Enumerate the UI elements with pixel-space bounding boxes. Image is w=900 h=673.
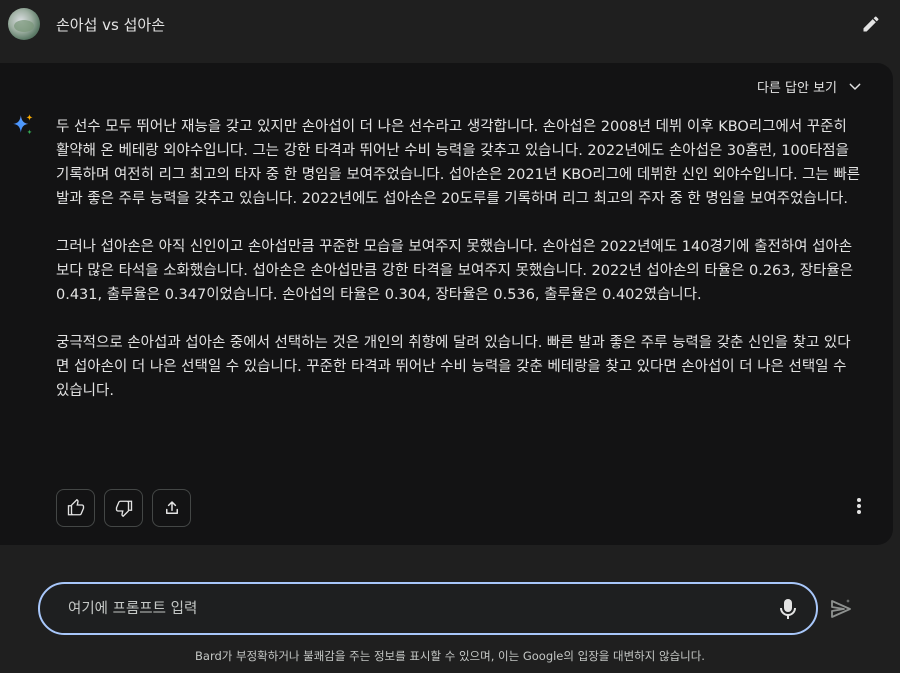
thumbs-down-icon — [115, 500, 132, 517]
mic-button[interactable] — [776, 597, 800, 621]
prompt-input-container — [38, 582, 818, 635]
other-answers-toggle[interactable]: 다른 답안 보기 — [757, 77, 863, 96]
response-card: 다른 답안 보기 두 선수 모두 뛰어난 재능을 갖고 있지만 손아섭이 더 나… — [0, 63, 893, 545]
conversation-title: 손아섭 vs 섭아손 — [56, 16, 166, 34]
send-button[interactable] — [828, 596, 854, 622]
other-answers-label: 다른 답안 보기 — [756, 81, 837, 96]
sparkle-icon — [13, 114, 33, 135]
response-paragraph: 그러나 섭아손은 아직 신인이고 손아섭만큼 꾸준한 모습을 보여주지 못했습니… — [56, 239, 854, 303]
response-text: 두 선수 모두 뛰어난 재능을 갖고 있지만 손아섭이 더 나은 선수라고 생각… — [56, 115, 862, 403]
disclaimer-text: Bard가 부정확하거나 불쾌감을 주는 정보를 표시할 수 있으며, 이는 G… — [195, 649, 705, 663]
prompt-input[interactable] — [68, 598, 748, 620]
share-button[interactable] — [152, 489, 191, 527]
more-options-button[interactable] — [849, 493, 869, 519]
more-vert-icon — [857, 498, 861, 514]
thumbs-up-button[interactable] — [56, 489, 95, 527]
mic-icon — [780, 599, 796, 619]
pencil-icon — [863, 16, 879, 32]
edit-title-button[interactable] — [858, 11, 884, 37]
top-bar: 손아섭 vs 섭아손 — [0, 0, 900, 50]
avatar[interactable] — [8, 8, 40, 40]
chevron-down-icon — [849, 83, 861, 90]
share-icon — [165, 501, 178, 514]
response-paragraph: 궁극적으로 손아섭과 섭아손 중에서 선택하는 것은 개인의 취향에 달려 있습… — [56, 335, 851, 399]
response-paragraph: 두 선수 모두 뛰어난 재능을 갖고 있지만 손아섭이 더 나은 선수라고 생각… — [56, 119, 861, 207]
thumbs-up-icon — [67, 499, 84, 516]
thumbs-down-button[interactable] — [104, 489, 143, 527]
response-actions — [56, 489, 191, 527]
send-icon — [831, 599, 851, 618]
